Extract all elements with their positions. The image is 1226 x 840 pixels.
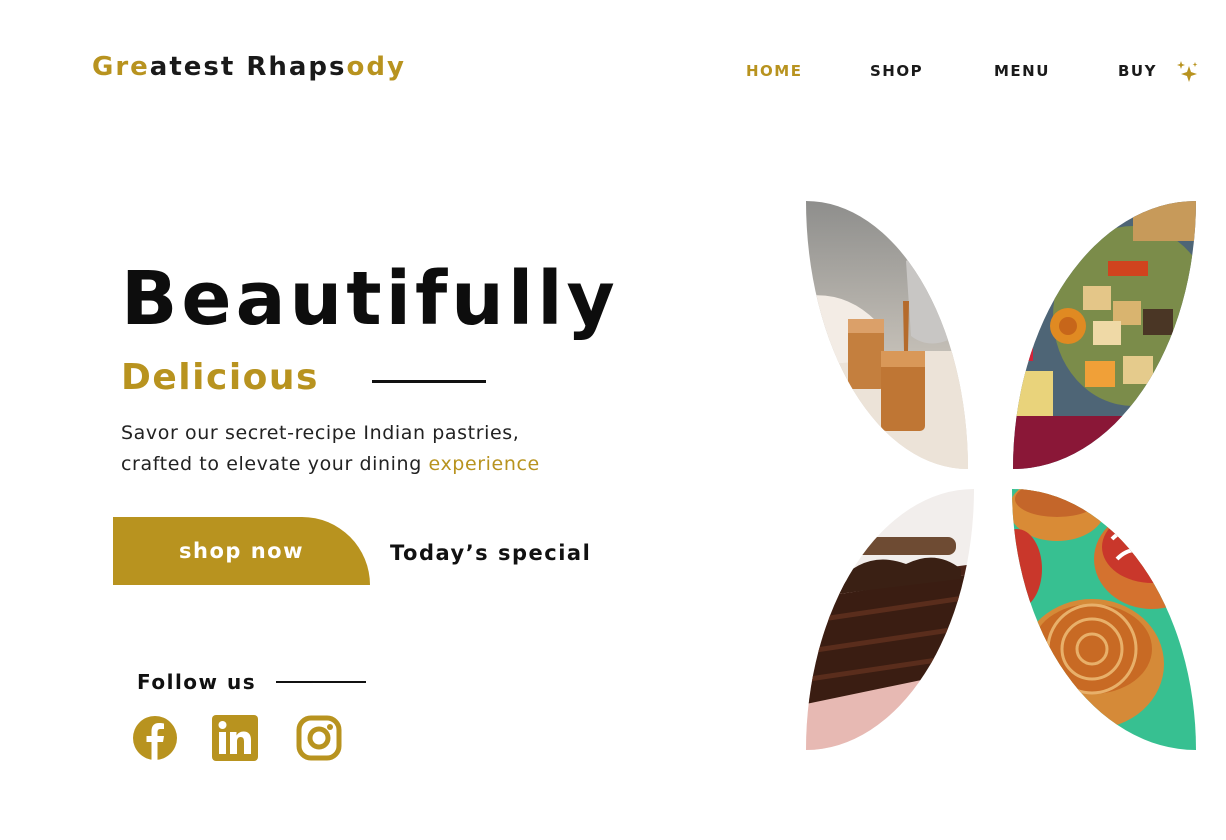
chocolate-cake-image: [806, 489, 974, 750]
description-highlight: experience: [428, 453, 540, 475]
linkedin-icon[interactable]: [212, 715, 258, 761]
description-line-1: Savor our secret-recipe Indian pastries,: [121, 422, 520, 444]
hero-title: Beautifully: [121, 256, 619, 342]
hero-description: Savor our secret-recipe Indian pastries,…: [121, 418, 540, 480]
nav-shop[interactable]: SHOP: [870, 62, 923, 80]
facebook-icon[interactable]: [132, 715, 178, 761]
main-nav: HOME SHOP MENU BUY: [0, 60, 1226, 88]
nav-buy[interactable]: BUY: [1118, 62, 1157, 80]
follow-divider: [276, 681, 366, 683]
shop-now-button[interactable]: shop now: [113, 517, 370, 585]
nav-home[interactable]: HOME: [746, 62, 802, 80]
glazed-buns-image: [1012, 489, 1196, 750]
hero-subtitle: Delicious: [121, 357, 319, 398]
description-line-2: crafted to elevate your dining: [121, 453, 429, 475]
subtitle-divider: [372, 380, 486, 383]
indian-sweets-image: [1013, 201, 1196, 469]
masala-chai-image: [806, 201, 968, 469]
follow-us-label: Follow us: [137, 670, 257, 694]
nav-menu[interactable]: MENU: [994, 62, 1050, 80]
sparkle-icon: [1176, 60, 1200, 88]
instagram-icon[interactable]: [296, 715, 342, 761]
todays-special-link[interactable]: Today’s special: [390, 541, 591, 565]
